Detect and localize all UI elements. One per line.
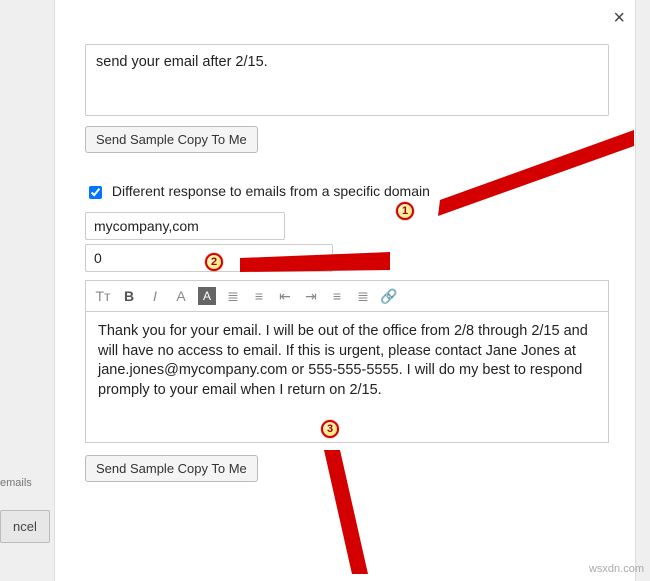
- italic-icon[interactable]: I: [146, 287, 164, 305]
- indent-icon[interactable]: ⇥: [302, 287, 320, 305]
- sidebar-emails-label: emails: [0, 477, 32, 489]
- domain-input[interactable]: [85, 212, 285, 240]
- highlight-icon[interactable]: A: [198, 287, 216, 305]
- close-icon[interactable]: ×: [613, 8, 625, 28]
- annotation-callout-2: 2: [205, 253, 223, 271]
- domain-inputs: [85, 212, 609, 272]
- fontcolor-icon[interactable]: A: [172, 287, 190, 305]
- textsize-icon[interactable]: Tᴛ: [94, 287, 112, 305]
- send-sample-button-1[interactable]: Send Sample Copy To Me: [85, 126, 258, 153]
- modal-backdrop: × send your email after 2/15. Send Sampl…: [0, 0, 650, 581]
- align-center-icon[interactable]: ≣: [354, 287, 372, 305]
- domain-checkbox-label[interactable]: Different response to emails from a spec…: [85, 183, 430, 199]
- annotation-callout-1: 1: [396, 202, 414, 220]
- link-icon[interactable]: 🔗: [380, 287, 398, 305]
- annotation-callout-3: 3: [321, 420, 339, 438]
- watermark-text: wsxdn.com: [589, 563, 644, 575]
- numlist-icon[interactable]: ≡: [250, 287, 268, 305]
- cancel-button[interactable]: ncel: [0, 510, 50, 543]
- align-left-icon[interactable]: ≡: [328, 287, 346, 305]
- send-sample-button-2[interactable]: Send Sample Copy To Me: [85, 455, 258, 482]
- autoreply-editor[interactable]: Thank you for your email. I will be out …: [85, 311, 609, 443]
- bold-icon[interactable]: B: [120, 287, 138, 305]
- domain-checkbox-row: Different response to emails from a spec…: [85, 183, 609, 202]
- domain-checkbox-text: Different response to emails from a spec…: [112, 183, 430, 199]
- panel-content: send your email after 2/15. Send Sample …: [55, 0, 635, 496]
- domain-checkbox[interactable]: [89, 186, 102, 199]
- outdent-icon[interactable]: ⇤: [276, 287, 294, 305]
- editor-toolbar: Tᴛ B I A A ≣ ≡ ⇤ ⇥ ≡ ≣ 🔗: [85, 280, 609, 311]
- settings-panel: × send your email after 2/15. Send Sampl…: [54, 0, 636, 581]
- bullets-icon[interactable]: ≣: [224, 287, 242, 305]
- preview-message-top[interactable]: send your email after 2/15.: [85, 44, 609, 116]
